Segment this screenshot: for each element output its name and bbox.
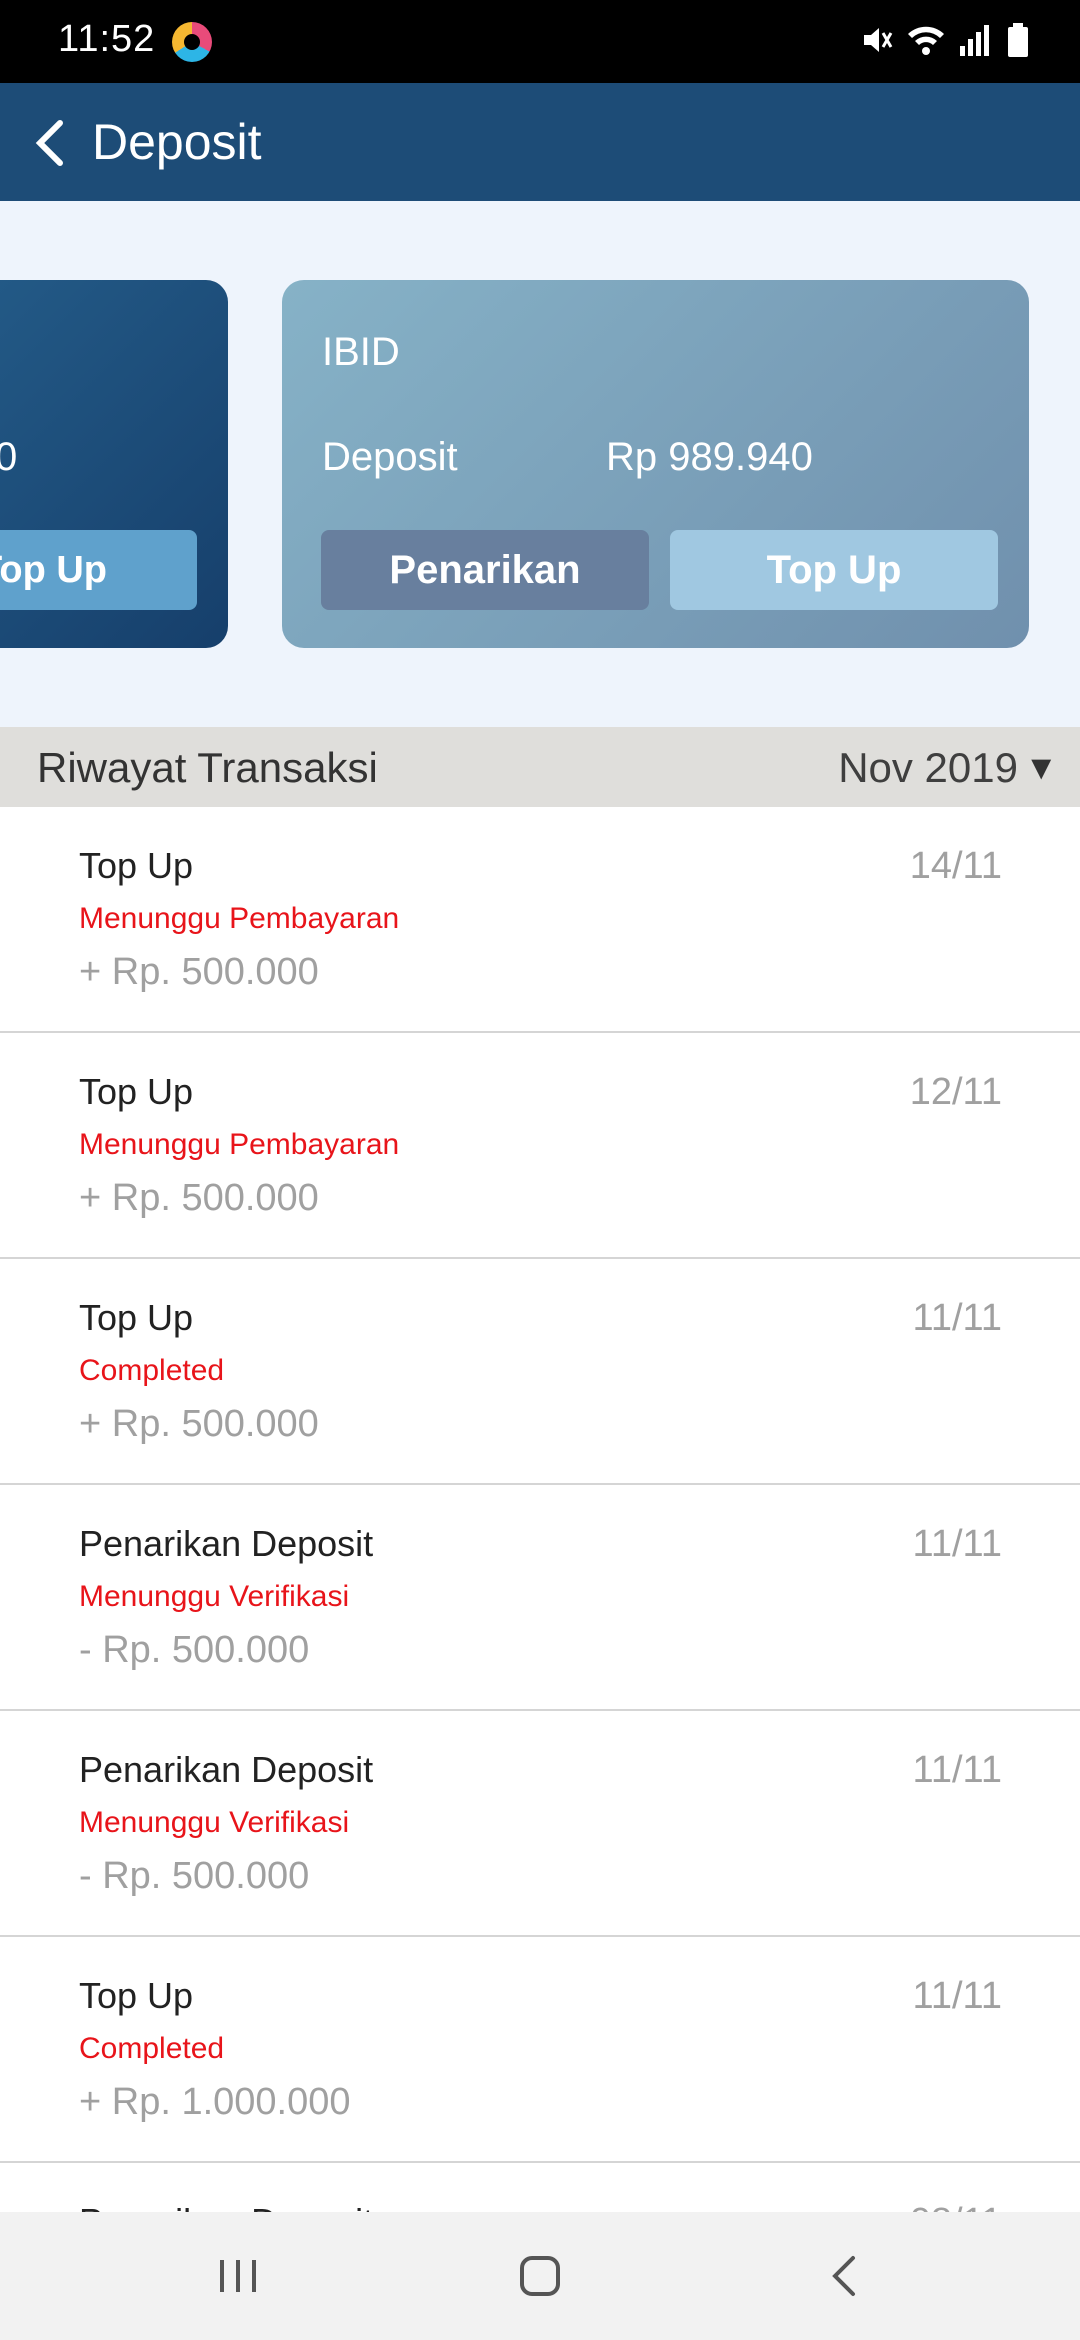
transaction-date: 11/11 [912,1749,1002,1791]
transaction-date: 14/11 [909,845,1002,887]
transaction-amount: - Rp. 500.000 [79,1855,310,1897]
transaction-row[interactable]: Top Up Menunggu Pembayaran + Rp. 500.000… [0,1033,1080,1259]
transaction-amount: + Rp. 1.000.000 [79,2081,351,2123]
deposit-cards-carousel[interactable]: 0 Top Up IBID Deposit Rp 989.940 Penarik… [0,201,1080,727]
page-title: Deposit [92,114,262,170]
transaction-date: 11/11 [912,1975,1002,2017]
transaction-type: Top Up [79,1975,194,2016]
home-icon[interactable] [510,2246,570,2306]
transaction-date: 11/11 [912,1297,1002,1339]
transaction-amount: + Rp. 500.000 [79,1403,319,1445]
deposit-card-partial[interactable]: 0 Top Up [0,280,228,648]
transaction-row[interactable]: Top Up Menunggu Pembayaran + Rp. 500.000… [0,807,1080,1033]
transaction-type: Penarikan Deposit [79,1749,374,1790]
transaction-history-header: Riwayat Transaksi Nov 2019 ▼ [0,727,1080,807]
transaction-type: Penarikan Deposit [79,1523,374,1564]
transaction-status: Menunggu Verifikasi [79,1806,350,1839]
wifi-icon [908,26,944,55]
transaction-list[interactable]: Top Up Menunggu Pembayaran + Rp. 500.000… [0,807,1080,2212]
deposit-label: Deposit [322,435,458,479]
transaction-type: Top Up [79,845,194,886]
withdraw-button[interactable]: Penarikan [321,530,649,610]
deposit-card-ibid: IBID Deposit Rp 989.940 Penarikan Top Up [282,280,1029,648]
system-nav-bar [0,2212,1080,2340]
transaction-type: Top Up [79,1297,194,1338]
transaction-amount: + Rp. 500.000 [79,951,319,993]
app-bar: Deposit [0,83,1080,201]
transaction-row[interactable]: Penarikan Deposit 08/11 [0,2163,1080,2212]
transaction-status: Menunggu Pembayaran [79,1128,400,1161]
month-selector[interactable]: Nov 2019 [838,744,1018,792]
transaction-row[interactable]: Top Up Completed + Rp. 1.000.000 11/11 [0,1937,1080,2163]
transaction-row[interactable]: Penarikan Deposit Menunggu Verifikasi - … [0,1711,1080,1937]
status-icons [858,22,1030,58]
transaction-status: Completed [79,1354,225,1387]
transaction-row[interactable]: Penarikan Deposit Menunggu Verifikasi - … [0,1485,1080,1711]
transaction-date: 08/11 [910,2201,1002,2212]
back-icon[interactable] [815,2246,875,2306]
deposit-card-amount: 0 [0,435,18,479]
chevron-left-icon[interactable] [22,113,82,173]
deposit-card-name: IBID [322,330,400,374]
status-bar: 11:52 [0,0,1080,83]
transaction-status: Completed [79,2032,225,2065]
mute-icon [864,28,893,52]
transaction-date: 11/11 [912,1523,1002,1565]
recent-apps-icon[interactable] [208,2246,268,2306]
transaction-date: 12/11 [909,1071,1002,1113]
transaction-type: Top Up [79,1071,194,1112]
signal-icon [960,25,989,56]
transaction-status: Menunggu Verifikasi [79,1580,350,1613]
caret-down-icon[interactable]: ▼ [1024,749,1058,788]
app-notification-icon [172,22,212,62]
transaction-status: Menunggu Pembayaran [79,902,400,935]
topup-button[interactable]: Top Up [670,530,998,610]
history-title: Riwayat Transaksi [37,744,378,791]
battery-icon [1008,23,1028,57]
deposit-balance: Rp 989.940 [606,435,813,479]
transaction-amount: + Rp. 500.000 [79,1177,319,1219]
status-time: 11:52 [58,18,156,60]
transaction-row[interactable]: Top Up Completed + Rp. 500.000 11/11 [0,1259,1080,1485]
topup-button-partial[interactable]: Top Up [0,530,197,610]
transaction-amount: - Rp. 500.000 [79,1629,310,1671]
transaction-type: Penarikan Deposit [79,2201,373,2212]
